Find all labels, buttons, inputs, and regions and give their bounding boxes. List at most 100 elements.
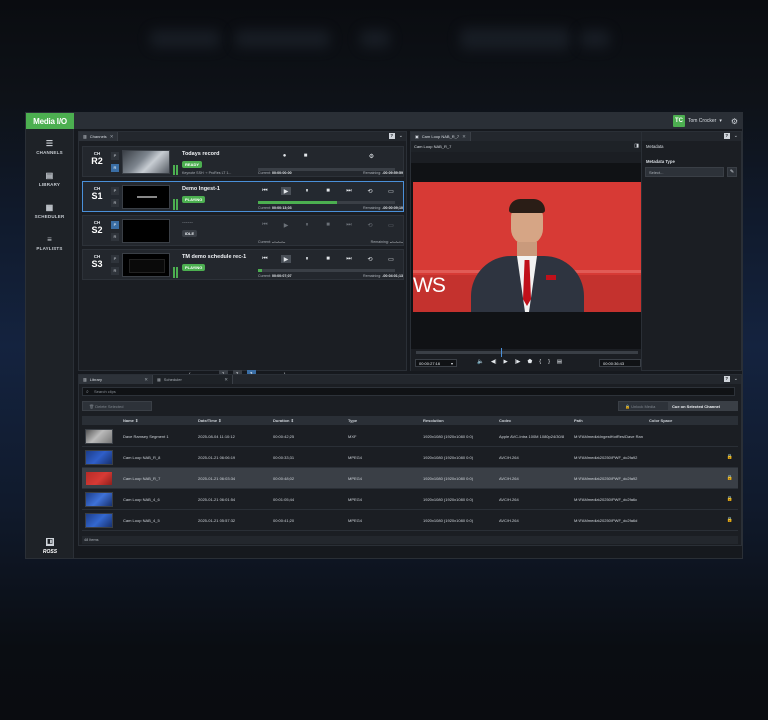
table-row[interactable]: Cam Loop NAB_4_6 2025-01-21 06:01:54 00:01… xyxy=(82,489,738,510)
tab-icon: ▥ xyxy=(83,134,87,139)
table-row[interactable]: Cam Loop NAB_4_5 2025-01-21 05:57:32 00:00… xyxy=(82,510,738,531)
user-name[interactable]: Tom Crocker xyxy=(688,118,716,124)
mark-out-icon[interactable]: } xyxy=(548,359,550,365)
preview-toggle[interactable]: P xyxy=(111,152,119,160)
column-header-datetime[interactable]: Date/Time ⇕ xyxy=(198,416,222,425)
step-forward-icon[interactable]: |▶ xyxy=(515,359,521,365)
lock-icon[interactable]: 🔒 xyxy=(727,454,733,460)
stop-icon[interactable]: ■ xyxy=(323,221,333,229)
tab-scheduler[interactable]: ▦ Scheduler ✕ xyxy=(153,375,233,384)
lock-icon[interactable]: 🔒 xyxy=(727,517,733,523)
metadata-type-select[interactable]: Select... xyxy=(645,167,724,177)
chevron-down-icon[interactable]: ▾ xyxy=(719,118,722,124)
search-input[interactable]: ⌕ Search clips xyxy=(82,387,735,396)
column-label: Color Space xyxy=(649,418,673,423)
column-header-color-space[interactable]: Color Space xyxy=(649,416,672,425)
step-back-icon[interactable]: ◀| xyxy=(491,359,497,365)
lock-icon[interactable]: 🔒 xyxy=(727,496,733,502)
record-icon[interactable]: ● xyxy=(280,152,290,160)
more-icon[interactable]: ▭ xyxy=(386,255,396,263)
channel-card-s3[interactable]: CH S3 P R TM demo schedule rec-1 PLAYING… xyxy=(82,249,404,280)
play-icon[interactable]: ▶ xyxy=(281,255,291,263)
cue-on-channel-button[interactable]: Cue on Selected Channel xyxy=(668,401,738,411)
tab-library[interactable]: ▥ Library ✕ xyxy=(79,375,153,384)
column-header-type[interactable]: Type xyxy=(348,416,357,425)
skip-back-icon[interactable]: ⏮ xyxy=(260,187,270,195)
stop-icon[interactable]: ■ xyxy=(301,152,311,160)
chevron-down-icon[interactable]: ⌄ xyxy=(734,133,738,139)
sidebar-item-channels[interactable]: ☰ CHANNELS xyxy=(26,131,73,163)
channel-card-r2[interactable]: CH R2 P R Todays record READY Keynote SS… xyxy=(82,146,404,177)
table-row[interactable]: Cam Loop NAB_R_7 2025-01-21 06:03:34 00:00… xyxy=(82,468,738,489)
pause-icon[interactable]: ⏸ xyxy=(302,221,312,229)
edit-icon[interactable]: ✎ xyxy=(727,167,737,177)
loop-icon[interactable]: ⟲ xyxy=(365,221,375,229)
close-icon[interactable]: ✕ xyxy=(110,134,114,140)
record-toggle[interactable]: R xyxy=(111,267,119,275)
help-icon[interactable]: ? xyxy=(723,133,730,139)
chevron-down-icon[interactable]: ⌄ xyxy=(734,376,738,382)
close-icon[interactable]: ✕ xyxy=(224,377,228,383)
sidebar-item-scheduler[interactable]: ▦ SCHEDULER xyxy=(26,195,73,227)
tab-viewer[interactable]: ▣ Cam Loop NAB_R_7 ✕ xyxy=(411,132,471,141)
more-icon[interactable]: ▭ xyxy=(386,221,396,229)
help-icon[interactable]: ? xyxy=(388,133,395,139)
channel-card-s1[interactable]: CH S1 P R Demo Ingest-1 PLAYING ⏮ ▶ ⏸ ■ … xyxy=(82,181,404,212)
skip-forward-icon[interactable]: ⏭ xyxy=(344,221,354,229)
avatar[interactable]: TC xyxy=(672,115,685,127)
play-icon[interactable]: ▶ xyxy=(281,221,291,229)
column-header-name[interactable]: Name ⇕ xyxy=(123,416,138,425)
volume-icon[interactable]: 🔈 xyxy=(477,359,484,365)
column-header-resolution[interactable]: Resolution xyxy=(423,416,444,425)
stop-icon[interactable]: ■ xyxy=(323,255,333,263)
close-icon[interactable]: ✕ xyxy=(462,134,466,140)
preview-toggle[interactable]: P xyxy=(111,221,119,229)
scrub-bar[interactable] xyxy=(416,348,638,357)
lock-icon[interactable]: 🔒 xyxy=(727,475,733,481)
skip-back-icon[interactable]: ⏮ xyxy=(260,255,270,263)
channel-card-s2[interactable]: CH S2 P R ------ IDLE ⏮ ▶ ⏸ ■ ⏭ ⟲ ▭ Curr… xyxy=(82,215,404,246)
pause-icon[interactable]: ⏸ xyxy=(302,187,312,195)
more-icon[interactable]: ▭ xyxy=(386,187,396,195)
close-icon[interactable]: ✕ xyxy=(144,377,148,383)
gear-icon[interactable]: ⚙ xyxy=(731,117,738,126)
table-row[interactable]: Cam Loop NAB_R_8 2025-01-21 06:06:19 00:00… xyxy=(82,447,738,468)
mark-in-icon[interactable]: { xyxy=(539,359,541,365)
preview-toggle[interactable]: P xyxy=(111,255,119,263)
skip-back-icon[interactable]: ⏮ xyxy=(260,221,270,229)
video-frame[interactable]: WS xyxy=(413,182,644,312)
preview-toggle[interactable]: P xyxy=(111,187,119,195)
chevron-down-icon[interactable]: ⌄ xyxy=(399,133,403,139)
sidebar-item-playlists[interactable]: ≡ PLAYLISTS xyxy=(26,227,73,259)
column-header-duration[interactable]: Duration ⇕ xyxy=(273,416,294,425)
help-icon[interactable]: ? xyxy=(723,376,730,382)
record-toggle[interactable]: R xyxy=(111,199,119,207)
skip-forward-icon[interactable]: ⏭ xyxy=(344,255,354,263)
timecode-in[interactable]: 00:00:27:16 ▾ xyxy=(415,359,457,367)
gear-icon[interactable]: ⚙ xyxy=(367,152,377,160)
table-row[interactable]: Dave Ramsey Segment 1 2025-08-04 11:10:12… xyxy=(82,426,738,447)
delete-selected-button[interactable]: 🗑 Delete Selected xyxy=(82,401,152,411)
record-toggle[interactable]: R xyxy=(111,233,119,241)
play-icon[interactable]: ▶ xyxy=(281,187,291,195)
sidebar-item-library[interactable]: ▤ LIBRARY xyxy=(26,163,73,195)
skip-forward-icon[interactable]: ⏭ xyxy=(344,187,354,195)
chevron-down-icon[interactable]: ▾ xyxy=(451,360,453,367)
remaining-time: Remaining: -00:09:59:59 xyxy=(363,171,403,175)
sidebar-toggle-icon[interactable]: ◨ xyxy=(634,141,639,152)
collapse-sidebar-icon[interactable]: ◧ xyxy=(46,537,54,546)
channel-id: CH S2 xyxy=(87,220,107,235)
tab-channels[interactable]: ▥ Channels ✕ xyxy=(79,132,119,141)
record-toggle[interactable]: R xyxy=(111,164,119,172)
playhead[interactable] xyxy=(501,348,502,357)
save-icon[interactable]: ▤ xyxy=(557,359,562,365)
marker-icon[interactable]: ⬟ xyxy=(527,359,532,365)
stop-icon[interactable]: ■ xyxy=(323,187,333,195)
pause-icon[interactable]: ⏸ xyxy=(302,255,312,263)
loop-icon[interactable]: ⟲ xyxy=(365,255,375,263)
play-icon[interactable]: ▶ xyxy=(504,359,508,365)
loop-icon[interactable]: ⟲ xyxy=(365,187,375,195)
column-header-codec[interactable]: Codec xyxy=(499,416,511,425)
user-menu[interactable]: TC Tom Crocker ▾ ⚙ xyxy=(672,115,738,127)
column-header-path[interactable]: Path xyxy=(574,416,583,425)
